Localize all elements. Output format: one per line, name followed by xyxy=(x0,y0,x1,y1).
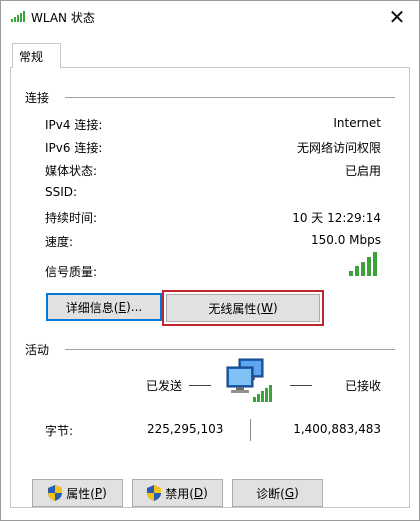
bytes-sent-value: 225,295,103 xyxy=(147,422,224,436)
network-computers-icon xyxy=(226,358,272,402)
properties-text-pre: 属性( xyxy=(66,486,95,501)
wireless-props-accel: W xyxy=(261,301,273,315)
disable-accel: D xyxy=(193,486,204,500)
connection-section-title: 连接 xyxy=(25,89,54,106)
wlan-status-window: WLAN 状态 ✕ 常规 连接 IPv4 连接: Internet IPv6 连… xyxy=(0,0,420,521)
received-label: 已接收 xyxy=(344,379,381,393)
diagnose-accel: G xyxy=(284,486,295,500)
activity-section-title: 活动 xyxy=(25,341,54,358)
sent-label: 已发送 xyxy=(146,379,183,393)
disable-button[interactable]: 禁用(D) xyxy=(132,479,223,507)
shield-icon xyxy=(147,485,162,501)
signal-bar xyxy=(361,262,365,276)
properties-accel: P xyxy=(94,486,103,500)
signal-strength-icon xyxy=(349,252,377,276)
duration-value: 10 天 12:29:14 xyxy=(292,211,381,225)
activity-divider xyxy=(65,349,395,350)
ipv6-value: 无网络访问权限 xyxy=(296,141,381,155)
diagnose-button[interactable]: 诊断(G) xyxy=(232,479,323,507)
disable-text-post: ) xyxy=(203,486,208,500)
ssid-label: SSID: xyxy=(45,185,78,199)
shield-icon xyxy=(48,485,63,501)
received-dash xyxy=(290,385,312,386)
diagnose-text-pre: 诊断( xyxy=(256,486,285,501)
duration-label: 持续时间: xyxy=(45,211,98,225)
wireless-props-text-pre: 无线属性( xyxy=(208,301,262,316)
disable-text-pre: 禁用( xyxy=(165,486,194,501)
properties-button[interactable]: 属性(P) xyxy=(32,479,123,507)
wireless-props-text-post: ) xyxy=(272,301,278,315)
details-button-accel: E xyxy=(118,300,127,314)
signal-bar xyxy=(349,271,353,276)
signal-bar xyxy=(367,257,371,276)
speed-value: 150.0 Mbps xyxy=(310,233,381,247)
wireless-properties-button[interactable]: 无线属性(W) xyxy=(166,294,320,322)
media-state-value: 已启用 xyxy=(344,164,381,178)
speed-label: 速度: xyxy=(45,235,74,249)
close-button[interactable]: ✕ xyxy=(383,3,411,31)
ipv4-value: Internet xyxy=(333,116,381,130)
title-bar: WLAN 状态 ✕ xyxy=(1,1,419,33)
media-state-label: 媒体状态: xyxy=(45,164,98,178)
signal-quality-label: 信号质量: xyxy=(45,265,98,279)
sent-dash xyxy=(189,385,211,386)
details-button-text-pre: 详细信息( xyxy=(65,300,119,315)
properties-text-post: ) xyxy=(102,486,107,500)
close-icon: ✕ xyxy=(388,5,406,29)
tab-general[interactable]: 常规 xyxy=(12,43,61,68)
bytes-label: 字节: xyxy=(45,424,74,438)
ipv4-label: IPv4 连接: xyxy=(45,118,103,132)
details-button[interactable]: 详细信息(E)... xyxy=(46,293,162,321)
diagnose-text-post: ) xyxy=(294,486,299,500)
window-title: WLAN 状态 xyxy=(31,11,95,25)
ipv6-label: IPv6 连接: xyxy=(45,141,103,155)
bytes-separator xyxy=(250,419,251,441)
signal-bar xyxy=(355,266,359,276)
wifi-signal-icon xyxy=(11,11,25,22)
tab-general-label: 常规 xyxy=(19,50,44,64)
connection-divider xyxy=(65,97,395,98)
signal-bar xyxy=(373,252,377,276)
general-panel xyxy=(10,67,410,508)
details-button-text-post: )... xyxy=(126,300,143,314)
bytes-received-value: 1,400,883,483 xyxy=(293,422,381,436)
